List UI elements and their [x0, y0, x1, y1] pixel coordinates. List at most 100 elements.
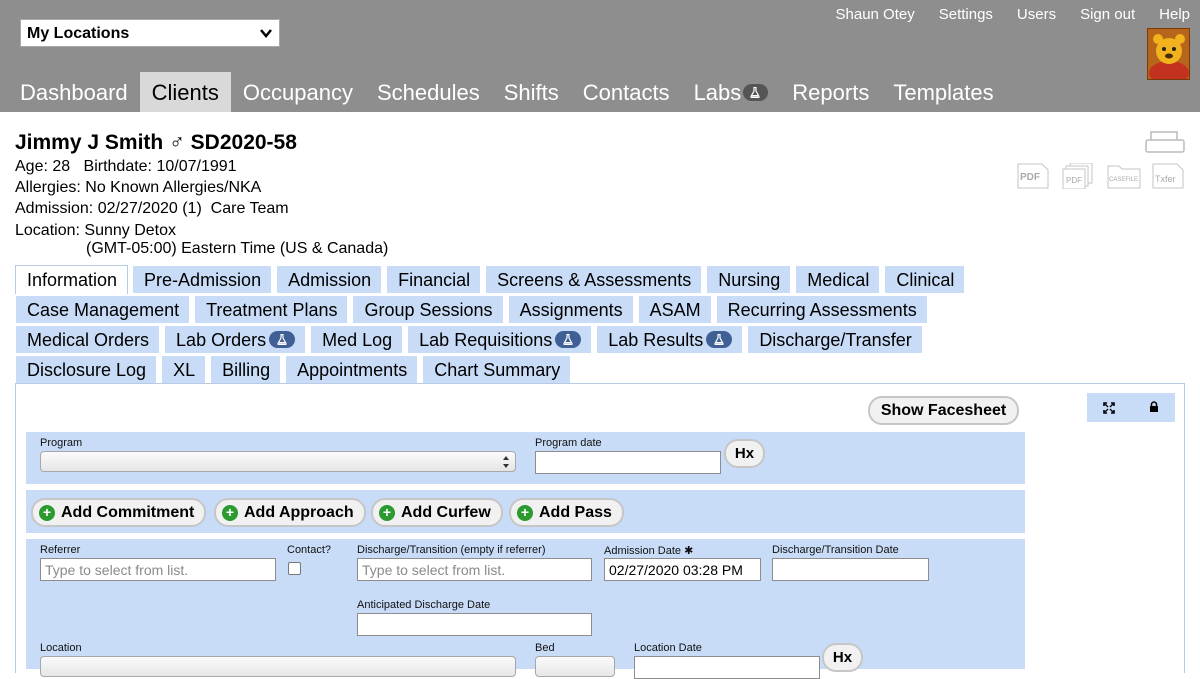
- tab-xl[interactable]: XL: [161, 355, 207, 384]
- tab-label: Screens & Assessments: [497, 270, 692, 290]
- tab-treatment-plans[interactable]: Treatment Plans: [194, 295, 349, 324]
- flask-icon: [277, 333, 287, 345]
- contact-checkbox[interactable]: [288, 562, 301, 575]
- discharge-date-input[interactable]: [772, 558, 929, 581]
- tab-med-log[interactable]: Med Log: [310, 325, 404, 354]
- age-birthdate-line: Age: 28 Birthdate: 10/07/1991: [15, 158, 237, 176]
- tab-medical-orders[interactable]: Medical Orders: [15, 325, 161, 354]
- tab-label: Lab Orders: [176, 330, 267, 350]
- tab-financial[interactable]: Financial: [386, 265, 482, 294]
- tab-label: Information: [27, 270, 118, 290]
- top-header: My Locations Shaun Otey Settings Users S…: [0, 0, 1200, 112]
- admission-date-input[interactable]: 02/27/2020 03:28 PM: [604, 558, 761, 581]
- lab-badge: [555, 330, 582, 348]
- admission-value: 02/27/2020 (1): [97, 200, 202, 217]
- nav-label: Reports: [792, 80, 870, 105]
- lock-icon[interactable]: [1149, 401, 1159, 413]
- nav-shifts[interactable]: Shifts: [492, 72, 571, 112]
- nav-occupancy[interactable]: Occupancy: [231, 72, 365, 112]
- tab-label: Chart Summary: [434, 360, 561, 380]
- location-history-button[interactable]: Hx: [822, 643, 863, 672]
- casefile-icon[interactable]: CASEFILE: [1107, 163, 1141, 189]
- age-label: Age:: [15, 158, 48, 175]
- care-team-link[interactable]: Care Team: [211, 200, 289, 217]
- program-section: Program Program date Hx: [26, 432, 1025, 484]
- nav-labs[interactable]: Labs: [682, 72, 781, 112]
- tab-case-management[interactable]: Case Management: [15, 295, 191, 324]
- tab-label: Medical Orders: [27, 330, 150, 350]
- tab-row-1: Information Pre-Admission Admission Financi…: [15, 265, 969, 294]
- sign-out-link[interactable]: Sign out: [1080, 6, 1135, 23]
- show-facesheet-button[interactable]: Show Facesheet: [868, 396, 1019, 425]
- chevron-down-icon: [260, 29, 272, 38]
- program-date-label: Program date: [535, 437, 602, 449]
- location-select[interactable]: My Locations: [20, 19, 280, 47]
- contact-label: Contact?: [287, 544, 332, 556]
- tab-nursing[interactable]: Nursing: [706, 265, 792, 294]
- add-commitment-label: Add Commitment: [61, 504, 195, 521]
- location-select[interactable]: [40, 656, 516, 677]
- avatar[interactable]: [1147, 28, 1190, 80]
- program-date-input[interactable]: [535, 451, 721, 474]
- print-icon[interactable]: [1145, 130, 1185, 154]
- location-field-label: Location: [40, 642, 82, 654]
- program-select[interactable]: [40, 451, 516, 472]
- multi-pdf-icon[interactable]: PDF: [1062, 162, 1096, 190]
- tab-discharge-transfer[interactable]: Discharge/Transfer: [747, 325, 923, 354]
- tab-lab-orders[interactable]: Lab Orders: [164, 325, 307, 354]
- settings-link[interactable]: Settings: [939, 6, 993, 23]
- tab-lab-results[interactable]: Lab Results: [596, 325, 744, 354]
- program-history-button[interactable]: Hx: [724, 439, 765, 468]
- transfer-icon[interactable]: Txfer: [1151, 163, 1185, 189]
- tab-appointments[interactable]: Appointments: [285, 355, 419, 384]
- nav-templates[interactable]: Templates: [881, 72, 1005, 112]
- tab-asam[interactable]: ASAM: [637, 295, 712, 324]
- tab-group-sessions[interactable]: Group Sessions: [352, 295, 504, 324]
- add-pass-button[interactable]: + Add Pass: [509, 498, 624, 527]
- tab-admission[interactable]: Admission: [276, 265, 383, 294]
- expand-icon[interactable]: [1103, 402, 1115, 414]
- tab-billing[interactable]: Billing: [210, 355, 282, 384]
- location-date-label: Location Date: [634, 642, 702, 654]
- tab-label: Recurring Assessments: [727, 300, 917, 320]
- nav-contacts[interactable]: Contacts: [571, 72, 682, 112]
- tab-recurring-assessments[interactable]: Recurring Assessments: [715, 295, 928, 324]
- tab-assignments[interactable]: Assignments: [507, 295, 634, 324]
- tab-chart-summary[interactable]: Chart Summary: [422, 355, 572, 384]
- tab-label: ASAM: [649, 300, 701, 320]
- male-icon: ♂: [169, 131, 185, 154]
- location-date-input[interactable]: [634, 656, 820, 679]
- tab-label: Appointments: [297, 360, 408, 380]
- tab-information[interactable]: Information: [15, 265, 129, 294]
- tab-label: Billing: [222, 360, 271, 380]
- nav-schedules[interactable]: Schedules: [365, 72, 492, 112]
- referrer-input[interactable]: Type to select from list.: [40, 558, 276, 581]
- discharge-transition-input[interactable]: Type to select from list.: [357, 558, 592, 581]
- tab-label: Financial: [398, 270, 471, 290]
- labs-badge: [743, 83, 769, 101]
- tab-lab-requisitions[interactable]: Lab Requisitions: [407, 325, 593, 354]
- help-link[interactable]: Help: [1159, 6, 1190, 23]
- bed-select[interactable]: [535, 656, 615, 677]
- add-curfew-button[interactable]: + Add Curfew: [371, 498, 503, 527]
- nav-clients[interactable]: Clients: [139, 72, 231, 112]
- nav-reports[interactable]: Reports: [780, 72, 881, 112]
- add-commitment-button[interactable]: + Add Commitment: [31, 498, 207, 527]
- tab-label: Nursing: [718, 270, 781, 290]
- tab-label: Case Management: [27, 300, 180, 320]
- anticipated-discharge-input[interactable]: [357, 613, 592, 636]
- nav-label: Dashboard: [20, 80, 128, 105]
- tab-label: Clinical: [896, 270, 955, 290]
- user-name-link[interactable]: Shaun Otey: [836, 6, 915, 23]
- nav-dashboard[interactable]: Dashboard: [8, 72, 140, 112]
- pdf-icon[interactable]: PDF: [1016, 163, 1050, 189]
- tab-disclosure-log[interactable]: Disclosure Log: [15, 355, 158, 384]
- tab-clinical[interactable]: Clinical: [884, 265, 966, 294]
- add-approach-button[interactable]: + Add Approach: [214, 498, 366, 527]
- tab-screens-assessments[interactable]: Screens & Assessments: [485, 265, 703, 294]
- tab-medical[interactable]: Medical: [795, 265, 881, 294]
- tab-label: Lab Requisitions: [419, 330, 553, 350]
- users-link[interactable]: Users: [1017, 6, 1056, 23]
- tab-pre-admission[interactable]: Pre-Admission: [132, 265, 273, 294]
- tab-label: Med Log: [322, 330, 393, 350]
